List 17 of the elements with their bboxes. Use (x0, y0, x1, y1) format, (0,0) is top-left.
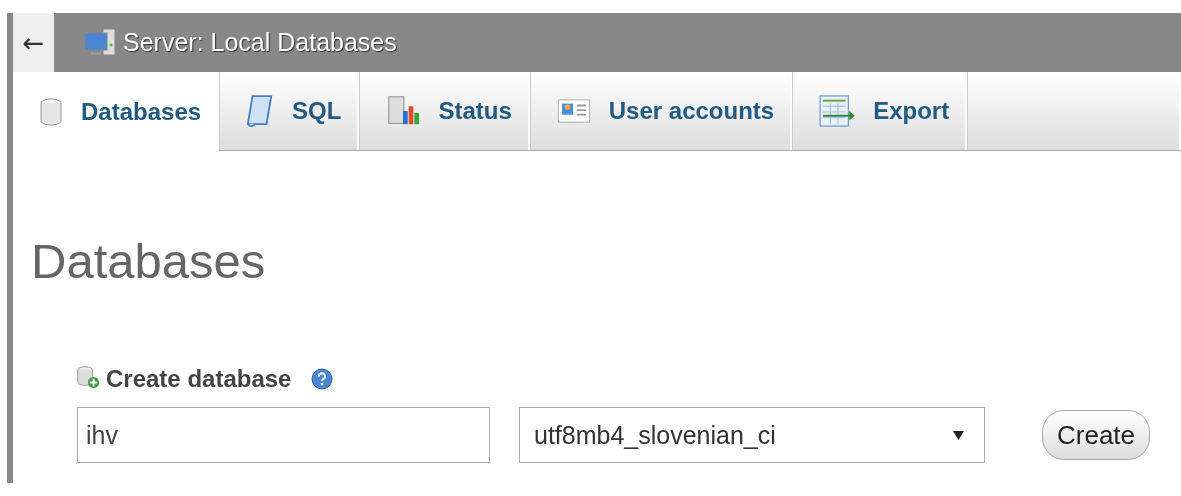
section-title: Create database (106, 365, 292, 393)
scroll-icon (246, 93, 275, 129)
tab[interactable]: User accounts (529, 72, 793, 150)
id-card-icon (556, 99, 591, 123)
create-button[interactable]: Create (1042, 410, 1151, 460)
tab[interactable]: Export (792, 72, 968, 150)
caret-icon (953, 430, 964, 440)
breadcrumb-title[interactable]: Server: Local Databases (123, 28, 397, 57)
tab[interactable]: SQL (219, 72, 360, 150)
database-name-field[interactable]: ihv (77, 407, 490, 463)
help-icon[interactable] (311, 368, 334, 390)
table-arrow-icon (819, 95, 856, 127)
cylinder-icon (39, 97, 63, 126)
back-button[interactable]: ← (13, 13, 54, 72)
tab[interactable]: Status (359, 72, 530, 150)
collation-dropdown[interactable]: utf8mb4_slovenian_ci (519, 407, 985, 463)
page-heading: Databases (31, 233, 267, 289)
